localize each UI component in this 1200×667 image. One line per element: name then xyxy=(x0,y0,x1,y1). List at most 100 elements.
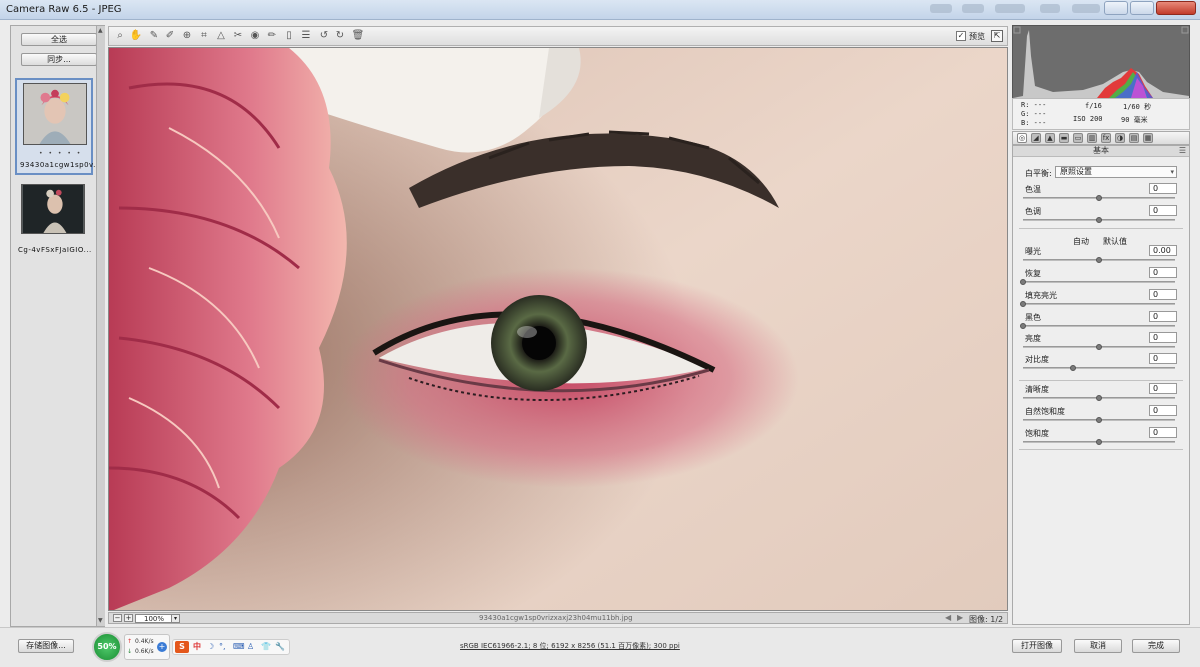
scroll-up-arrow[interactable]: ▲ xyxy=(98,28,104,34)
slider-value-field[interactable]: 0 xyxy=(1149,311,1177,322)
sync-button[interactable]: 同步... xyxy=(21,53,97,66)
tab-split-toning-icon[interactable]: ▭ xyxy=(1073,133,1083,143)
slider-track[interactable] xyxy=(1023,344,1175,350)
fullscreen-icon[interactable]: ⇱ xyxy=(991,30,1003,42)
slider-track[interactable] xyxy=(1023,395,1175,401)
workflow-options-link[interactable]: sRGB IEC61966-2.1; 8 位; 6192 x 8256 (51.… xyxy=(460,641,680,651)
preview-checkbox[interactable]: ✓ xyxy=(956,31,966,41)
tab-detail-icon[interactable]: ▲ xyxy=(1045,133,1055,143)
maximize-button[interactable] xyxy=(1130,1,1154,15)
slider-track[interactable] xyxy=(1023,365,1175,371)
graduated-filter-icon[interactable]: ▯ xyxy=(282,29,296,43)
image-canvas[interactable] xyxy=(108,47,1008,611)
filmstrip-scrollbar[interactable]: ▲ ▼ xyxy=(96,26,105,626)
zoom-icon[interactable]: ⌕ xyxy=(113,29,127,43)
rotate-left-icon[interactable]: ↺ xyxy=(317,29,331,43)
slider-value-field[interactable]: 0 xyxy=(1149,332,1177,343)
zoom-in-button[interactable]: + xyxy=(124,614,133,622)
slider-track[interactable] xyxy=(1023,217,1175,223)
hand-icon[interactable]: ✋ xyxy=(129,29,143,43)
slider-thumb[interactable] xyxy=(1096,217,1102,223)
zoom-out-button[interactable]: − xyxy=(113,614,122,622)
default-link[interactable]: 默认值 xyxy=(1103,236,1127,247)
user-icon[interactable]: ♙ xyxy=(247,642,254,652)
shutter-value: 1/60 秒 xyxy=(1123,103,1152,111)
tab-camera-calibration-icon[interactable]: ◑ xyxy=(1115,133,1125,143)
minimize-button[interactable] xyxy=(1104,1,1128,15)
slider-value-field[interactable]: 0 xyxy=(1149,383,1177,394)
rating-stars[interactable]: • • • • • xyxy=(39,150,82,157)
moon-icon[interactable]: ☽ xyxy=(207,642,214,652)
slider-value-field[interactable]: 0 xyxy=(1149,205,1177,216)
slider-value-field[interactable]: 0 xyxy=(1149,183,1177,194)
straighten-icon[interactable]: △ xyxy=(214,29,228,43)
tab-hsl-icon[interactable]: ▬ xyxy=(1059,133,1069,143)
tab-presets-icon[interactable]: ▤ xyxy=(1129,133,1139,143)
open-image-button[interactable]: 打开图像 xyxy=(1012,639,1062,653)
white-balance-icon[interactable]: ✎ xyxy=(147,29,161,43)
slider-thumb[interactable] xyxy=(1096,417,1102,423)
close-button[interactable] xyxy=(1156,1,1196,15)
slider-value-field[interactable]: 0 xyxy=(1149,267,1177,278)
filmstrip-thumb-2[interactable]: Cg-4vFSxFJaIGIO... xyxy=(15,178,93,258)
spot-removal-icon[interactable]: ✂ xyxy=(231,29,245,43)
skin-icon[interactable]: 👕 xyxy=(261,642,271,652)
slider-thumb[interactable] xyxy=(1096,439,1102,445)
slider-value-field[interactable]: 0 xyxy=(1149,405,1177,416)
tab-lens-corrections-icon[interactable]: ▥ xyxy=(1087,133,1097,143)
slider-track[interactable] xyxy=(1023,195,1175,201)
slider-track[interactable] xyxy=(1020,323,1175,329)
color-sampler-icon[interactable]: ✐ xyxy=(163,29,177,43)
cancel-button[interactable]: 取消 xyxy=(1074,639,1122,653)
slider-thumb[interactable] xyxy=(1096,344,1102,350)
rotate-right-icon[interactable]: ↻ xyxy=(333,29,347,43)
slider-thumb[interactable] xyxy=(1020,301,1026,307)
panel-menu-icon[interactable]: ☰ xyxy=(1179,147,1186,155)
title-bar: Camera Raw 6.5 - JPEG xyxy=(0,0,1200,20)
red-eye-icon[interactable]: ◉ xyxy=(248,29,262,43)
slider-thumb[interactable] xyxy=(1096,395,1102,401)
zoom-dropdown-icon[interactable]: ▾ xyxy=(171,614,180,623)
tab-basic-icon[interactable]: ◎ xyxy=(1017,133,1027,143)
done-button[interactable]: 完成 xyxy=(1132,639,1180,653)
performance-gauge[interactable]: 50% xyxy=(92,632,122,662)
wrench-icon[interactable]: 🔧 xyxy=(275,642,285,652)
panel-title-text: 基本 xyxy=(1093,146,1109,155)
slider-thumb[interactable] xyxy=(1096,257,1102,263)
slider-track[interactable] xyxy=(1020,301,1175,307)
slider-value-field[interactable]: 0 xyxy=(1149,289,1177,300)
tab-effects-icon[interactable]: fx xyxy=(1101,133,1111,143)
previous-image-arrow[interactable]: ◀ xyxy=(945,613,951,622)
slider-track[interactable] xyxy=(1023,257,1175,263)
filmstrip-thumb-1[interactable]: • • • • • 93430a1cgw1sp0v... xyxy=(15,78,101,175)
target-adjust-icon[interactable]: ⊕ xyxy=(180,29,194,43)
ime-toolbar: S 中 ☽ °, ⌨ ♙ 👕 🔧 xyxy=(172,639,290,655)
slider-thumb[interactable] xyxy=(1020,279,1026,285)
slider-thumb[interactable] xyxy=(1096,195,1102,201)
ime-mode[interactable]: 中 xyxy=(193,642,201,652)
crop-icon[interactable]: ⌗ xyxy=(197,29,211,43)
auto-link[interactable]: 自动 xyxy=(1073,236,1089,247)
slider-track[interactable] xyxy=(1020,279,1175,285)
trash-icon[interactable]: 🗑 xyxy=(351,29,365,43)
tab-tone-curve-icon[interactable]: ◢ xyxy=(1031,133,1041,143)
slider-track[interactable] xyxy=(1023,417,1175,423)
tab-snapshots-icon[interactable]: ▦ xyxy=(1143,133,1153,143)
slider-value-field[interactable]: 0 xyxy=(1149,427,1177,438)
adjustment-brush-icon[interactable]: ✏ xyxy=(265,29,279,43)
add-icon[interactable]: + xyxy=(157,642,167,652)
slider-thumb[interactable] xyxy=(1070,365,1077,371)
punctuation-icon[interactable]: °, xyxy=(219,642,226,652)
keyboard-icon[interactable]: ⌨ xyxy=(233,642,245,652)
slider-thumb[interactable] xyxy=(1020,323,1026,329)
preferences-icon[interactable]: ☰ xyxy=(299,29,313,43)
sogou-logo-icon[interactable]: S xyxy=(175,641,189,653)
scroll-down-arrow[interactable]: ▼ xyxy=(98,618,104,624)
select-all-button[interactable]: 全选 xyxy=(21,33,97,46)
save-image-button[interactable]: 存储图像... xyxy=(18,639,74,653)
slider-value-field[interactable]: 0.00 xyxy=(1149,245,1177,256)
next-image-arrow[interactable]: ▶ xyxy=(957,613,963,622)
slider-track[interactable] xyxy=(1023,439,1175,445)
slider-value-field[interactable]: 0 xyxy=(1149,353,1177,364)
white-balance-select[interactable]: 原照设置 ▾ xyxy=(1055,166,1177,178)
